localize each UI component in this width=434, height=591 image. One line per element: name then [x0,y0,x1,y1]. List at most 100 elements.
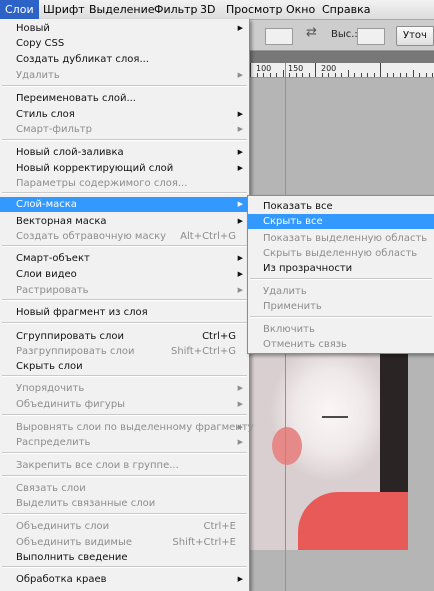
menu-layers[interactable]: Слои [0,0,39,19]
ruler-tick [263,73,264,77]
layers-menu-item-смарт-объект[interactable]: Смарт-объект ▶ [0,251,249,266]
ruler-tick [250,63,251,77]
layers-menu-item-label: Объединить слои [16,521,110,532]
layers-menu-item-label: Распределить [16,437,91,448]
red-fabric [298,492,408,550]
layers-menu-item-создать-обтравочную-маску: Создать обтравочную маску Alt+Ctrl+G [0,229,249,244]
layers-menu: Новый ▶ Copy CSS Создать дубликат слоя... Уд… [0,19,254,591]
mask-menu-item-включить: Включить [248,322,434,337]
ruler-tick [373,73,375,77]
ruler-tick [354,73,355,77]
layers-menu-item-распределить: Распределить ▶ [0,435,249,450]
layers-menu-item-смарт-фильтр: Смарт-фильтр ▶ [0,122,249,137]
refine-button[interactable]: Уточ [396,26,434,46]
layers-menu-item-новый-фрагмент-из-слоя[interactable]: Новый фрагмент из слоя [0,305,249,320]
ruler-tick [269,73,271,77]
submenu-arrow-icon: ▶ [237,286,243,294]
ruler-tick [315,63,316,77]
ruler-tick [289,73,290,77]
mask-menu-item-label: Из прозрачности [263,263,353,274]
menu-help[interactable]: Справка [317,0,375,19]
ruler-tick [341,73,342,77]
ruler-tick [419,73,420,77]
submenu-arrow-icon: ▶ [237,24,243,32]
menu-window[interactable]: Окно [281,0,320,19]
layers-menu-item-векторная-маска[interactable]: Векторная маска ▶ [0,214,249,229]
menu-separator [2,566,247,568]
shortcut-label: Shift+Ctrl+E [172,537,236,548]
layers-menu-item-label: Связать слои [16,483,86,494]
height-label: Выс.: [331,29,358,40]
layers-menu-item-label: Copy CSS [16,38,65,49]
menu-separator [2,299,247,301]
mask-menu-item-удалить: Удалить [248,284,434,299]
menu-separator [250,278,432,280]
layers-menu-item-объединить-фигуры: Объединить фигуры ▶ [0,397,249,412]
layers-menu-item-label: Создать обтравочную маску [16,231,167,242]
layers-menu-item-слой-маска[interactable]: Слой-маска ▶ [0,197,249,212]
submenu-arrow-icon: ▶ [237,423,243,431]
layers-menu-item-объединить-слои: Объединить слои Ctrl+E [0,519,249,534]
layers-menu-item-label: Разгруппировать слои [16,346,135,357]
menu-separator [2,375,247,377]
mask-menu-item-показать-все[interactable]: Показать все [248,199,434,214]
layers-menu-item-стиль-слоя[interactable]: Стиль слоя ▶ [0,107,249,122]
ruler-tick [347,70,349,77]
layers-menu-item-выполнить-сведение[interactable]: Выполнить сведение [0,550,249,565]
menu-separator [2,414,247,416]
mask-menu-item-label: Скрыть все [263,216,323,227]
layers-menu-item-label: Объединить видимые [16,537,133,548]
layers-menu-item-новый-корректирующий-слой[interactable]: Новый корректирующий слой ▶ [0,161,249,176]
mask-menu-item-label: Отменить связь [263,339,347,350]
menu-3d[interactable]: 3D [195,0,220,19]
ruler-tick [308,73,310,77]
menu-separator [2,192,247,194]
layers-menu-item-новый-слой-заливка[interactable]: Новый слой-заливка ▶ [0,145,249,160]
swap-icon[interactable]: ⇄ [306,25,317,40]
submenu-arrow-icon: ▶ [237,71,243,79]
ruler-tick [360,73,362,77]
layers-menu-item-слои-видео[interactable]: Слои видео ▶ [0,267,249,282]
ruler-tick [367,73,368,77]
menu-view[interactable]: Просмотр [221,0,287,19]
layers-menu-item-label: Создать дубликат слоя... [16,54,149,65]
layers-menu-item-сгруппировать-слои[interactable]: Сгруппировать слои Ctrl+G [0,329,249,344]
height-field[interactable] [357,28,385,45]
menu-type[interactable]: Шрифт [38,0,90,19]
layers-menu-item-скрыть-слои[interactable]: Скрыть слои [0,359,249,374]
mask-menu-item-label: Показать выделенную область [263,233,428,244]
submenu-arrow-icon: ▶ [237,270,243,278]
ruler-tick [256,73,258,77]
mask-menu-item-из-прозрачности[interactable]: Из прозрачности [248,261,434,276]
layers-menu-item-создать-дубликат-слоя[interactable]: Создать дубликат слоя... [0,52,249,67]
mask-menu-item-отменить-связь: Отменить связь [248,337,434,352]
submenu-arrow-icon: ▶ [237,254,243,262]
layers-menu-item-label: Объединить фигуры [16,399,126,410]
layers-menu-item-label: Выровнять слои по выделенному фрагменту [16,422,254,433]
layers-menu-item-разгруппировать-слои: Разгруппировать слои Shift+Ctrl+G [0,344,249,359]
mask-menu-item-скрыть-все[interactable]: Скрыть все [248,214,434,229]
ruler-tick [302,73,303,77]
layers-menu-item-новый[interactable]: Новый ▶ [0,21,249,36]
submenu-arrow-icon: ▶ [237,164,243,172]
ruler-tick [425,73,427,77]
ruler-tick [412,70,414,77]
layers-menu-item-обработка-краев[interactable]: Обработка краев ▶ [0,572,249,587]
layers-menu-item-label: Упорядочить [16,383,85,394]
mask-menu-item-label: Скрыть выделенную область [263,248,418,259]
menu-separator [250,316,432,318]
submenu-arrow-icon: ▶ [237,148,243,156]
layers-menu-item-упорядочить: Упорядочить ▶ [0,381,249,396]
layers-menu-item-label: Новый корректирующий слой [16,163,174,174]
ruler-tick [393,73,394,77]
layers-menu-item-объединить-видимые: Объединить видимые Shift+Ctrl+E [0,535,249,550]
layers-menu-item-переименовать-слой[interactable]: Переименовать слой... [0,91,249,106]
layers-menu-item-выделить-связанные-слои: Выделить связанные слои [0,496,249,511]
mask-menu-item-скрыть-выделенную-область: Скрыть выделенную область [248,246,434,261]
layers-menu-item-label: Сгруппировать слои [16,331,124,342]
layers-menu-item-copy-css[interactable]: Copy CSS [0,36,249,51]
cat-nose [272,427,302,465]
width-field[interactable] [265,28,293,45]
layers-menu-item-label: Выделить связанные слои [16,498,156,509]
ruler-tick [295,73,297,77]
